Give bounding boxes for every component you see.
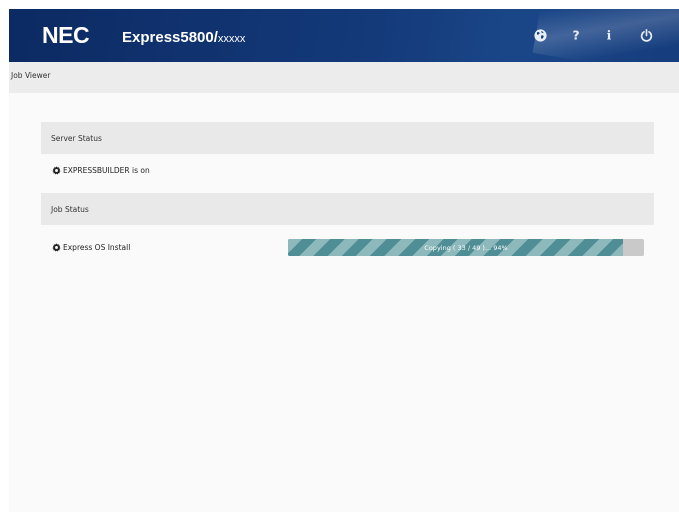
svg-text:i: i: [607, 28, 612, 42]
title-bar: Job Viewer: [9, 62, 679, 93]
globe-icon[interactable]: [531, 26, 549, 44]
gear-icon: [52, 166, 61, 175]
info-icon[interactable]: i: [600, 26, 618, 44]
header-bar: NEC Express5800/xxxxx ? i: [9, 9, 679, 62]
product-model: xxxxx: [217, 33, 246, 45]
job-progress-text: Copying ( 33 / 49 )... 94%: [424, 243, 508, 252]
job-item-label: Express OS Install: [63, 243, 131, 252]
nec-logo: NEC: [42, 22, 90, 48]
power-icon[interactable]: [637, 26, 655, 44]
server-status-header: Server Status: [41, 122, 654, 154]
help-icon[interactable]: ?: [567, 26, 585, 44]
page-title: Job Viewer: [11, 71, 51, 80]
app-window: NEC Express5800/xxxxx ? i Job Viewer Ser…: [9, 9, 679, 512]
server-status-text: EXPRESSBUILDER is on: [63, 166, 150, 175]
server-status-item: EXPRESSBUILDER is on: [52, 166, 150, 175]
gear-icon: [52, 243, 61, 252]
product-title: Express5800/xxxxx: [122, 29, 245, 46]
job-item: Express OS Install: [52, 243, 130, 252]
job-status-header: Job Status: [41, 193, 654, 225]
job-progress-bar: Copying ( 33 / 49 )... 94%: [288, 239, 644, 256]
job-status-heading: Job Status: [51, 205, 89, 214]
svg-text:?: ?: [572, 28, 579, 42]
product-name: Express5800/: [122, 29, 218, 46]
server-status-heading: Server Status: [51, 134, 102, 143]
